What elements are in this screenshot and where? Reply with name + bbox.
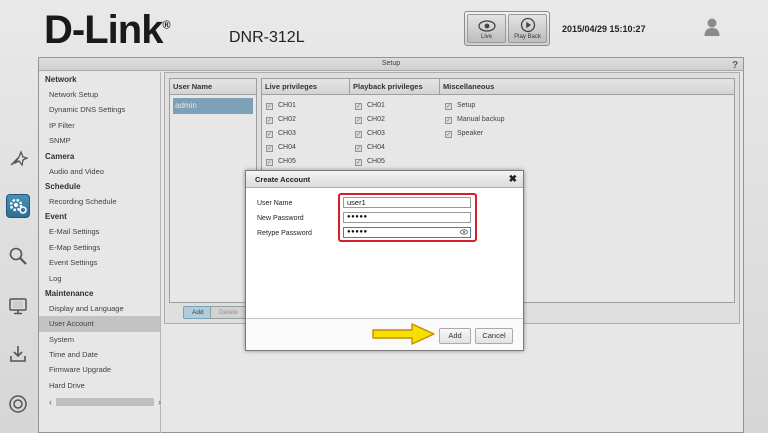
setup-gear-icon[interactable] bbox=[6, 194, 30, 218]
live-button[interactable]: Live bbox=[467, 14, 506, 43]
close-icon[interactable]: ✖ bbox=[509, 171, 517, 188]
logout-icon[interactable] bbox=[6, 392, 30, 416]
playback-label: Play Back bbox=[514, 34, 541, 40]
user-icon[interactable] bbox=[703, 17, 721, 39]
eye-icon bbox=[477, 20, 496, 32]
search-icon[interactable] bbox=[6, 244, 30, 268]
brand-mark: ® bbox=[162, 19, 170, 32]
new-password-label: New Password bbox=[257, 214, 304, 222]
dialog-title-bar: Create Account ✖ bbox=[246, 171, 523, 188]
cancel-button[interactable]: Cancel bbox=[475, 328, 513, 344]
device-model: DNR-312L bbox=[229, 29, 305, 46]
datetime-display: 2015/04/29 15:10:27 bbox=[562, 24, 646, 34]
username-label: User Name bbox=[257, 199, 293, 207]
live-label: Live bbox=[480, 34, 492, 40]
download-icon[interactable] bbox=[6, 342, 30, 366]
fields-highlight-box bbox=[338, 193, 477, 242]
playback-button[interactable]: Play Back bbox=[508, 14, 547, 43]
wizard-icon[interactable] bbox=[6, 146, 30, 170]
retype-password-label: Retype Password bbox=[257, 229, 312, 237]
brand-name: D-Link bbox=[44, 8, 163, 52]
pointer-arrow-icon bbox=[372, 323, 435, 345]
add-button[interactable]: Add bbox=[439, 328, 471, 344]
play-icon bbox=[520, 17, 535, 33]
monitor-icon[interactable] bbox=[6, 294, 30, 318]
mode-switch: Live Play Back bbox=[464, 11, 550, 46]
dlink-logo: D-Link® bbox=[44, 8, 171, 53]
dialog-title: Create Account bbox=[255, 175, 311, 184]
